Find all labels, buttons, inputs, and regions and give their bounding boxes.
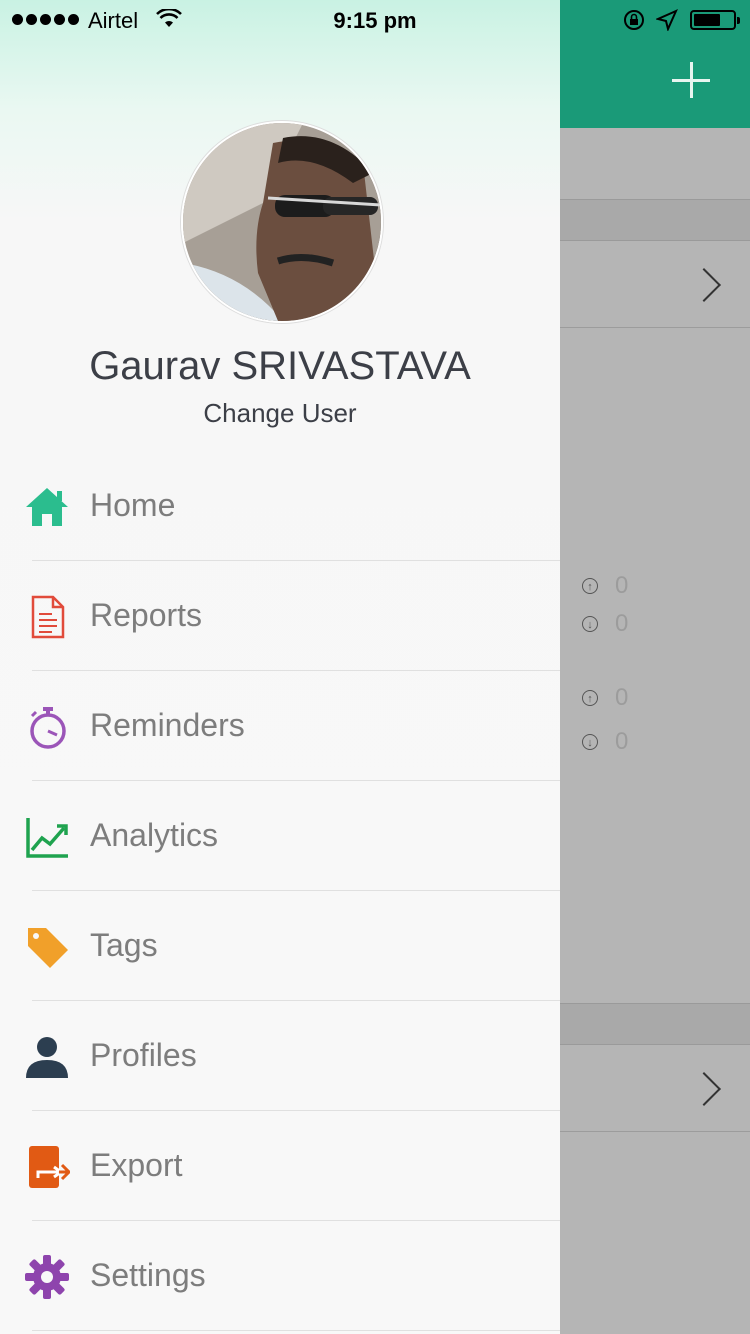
change-user-link[interactable]: Change User xyxy=(0,398,560,429)
menu-item-label: Export xyxy=(90,1147,183,1183)
divider xyxy=(32,1330,560,1331)
stat-row: ↓ 0 xyxy=(582,609,628,639)
stat-value: 0 xyxy=(615,684,629,711)
chevron-right-icon xyxy=(687,268,721,302)
menu-item-settings[interactable]: Settings xyxy=(0,1221,560,1331)
menu-item-label: Settings xyxy=(90,1257,206,1293)
stat-row: ↓ 0 xyxy=(582,727,628,757)
menu-item-profiles[interactable]: Profiles xyxy=(0,1001,560,1111)
chevron-right-icon xyxy=(687,1072,721,1106)
menu-item-reports[interactable]: Reports xyxy=(0,561,560,671)
home-icon xyxy=(26,488,68,526)
add-icon[interactable] xyxy=(668,58,716,106)
arrow-up-icon: ↑ xyxy=(582,690,598,706)
menu-item-tags[interactable]: Tags xyxy=(0,891,560,1001)
menu-item-home[interactable]: Home xyxy=(0,451,560,561)
menu-item-label: Reports xyxy=(90,597,203,633)
menu-item-export[interactable]: Export xyxy=(0,1111,560,1221)
stopwatch-icon xyxy=(30,707,66,749)
menu-item-label: Home xyxy=(90,487,176,523)
menu-item-reminders[interactable]: Reminders xyxy=(0,671,560,781)
arrow-down-icon: ↓ xyxy=(582,616,598,632)
stat-value: 0 xyxy=(615,610,629,637)
export-icon xyxy=(29,1146,70,1188)
stat-value: 0 xyxy=(615,572,629,599)
report-document-icon xyxy=(31,595,65,639)
stat-value: 0 xyxy=(615,728,629,755)
menu-item-label: Profiles xyxy=(90,1037,197,1073)
stat-row: ↑ 0 xyxy=(582,571,628,601)
stat-row: ↑ 0 xyxy=(582,683,628,713)
person-icon xyxy=(26,1037,68,1078)
tag-icon xyxy=(28,928,68,968)
avatar[interactable] xyxy=(181,121,383,323)
menu-item-label: Reminders xyxy=(90,707,245,743)
battery-icon xyxy=(690,10,740,30)
gear-icon xyxy=(25,1255,69,1299)
menu-item-analytics[interactable]: Analytics xyxy=(0,781,560,891)
status-bar: Airtel 9:15 pm xyxy=(0,0,750,40)
navigation-drawer: Gaurav SRIVASTAVA Change User Home Repor… xyxy=(0,0,560,1334)
location-arrow-icon xyxy=(656,9,678,31)
menu-item-label: Tags xyxy=(90,927,158,963)
rotation-lock-icon xyxy=(624,10,644,30)
line-chart-icon xyxy=(26,818,68,858)
menu-item-label: Analytics xyxy=(90,817,219,853)
drawer-menu: Home Reports Reminders Analytics Tags Pr… xyxy=(0,451,560,1331)
arrow-up-icon: ↑ xyxy=(582,578,598,594)
user-name: Gaurav SRIVASTAVA xyxy=(89,344,471,388)
arrow-down-icon: ↓ xyxy=(582,734,598,750)
